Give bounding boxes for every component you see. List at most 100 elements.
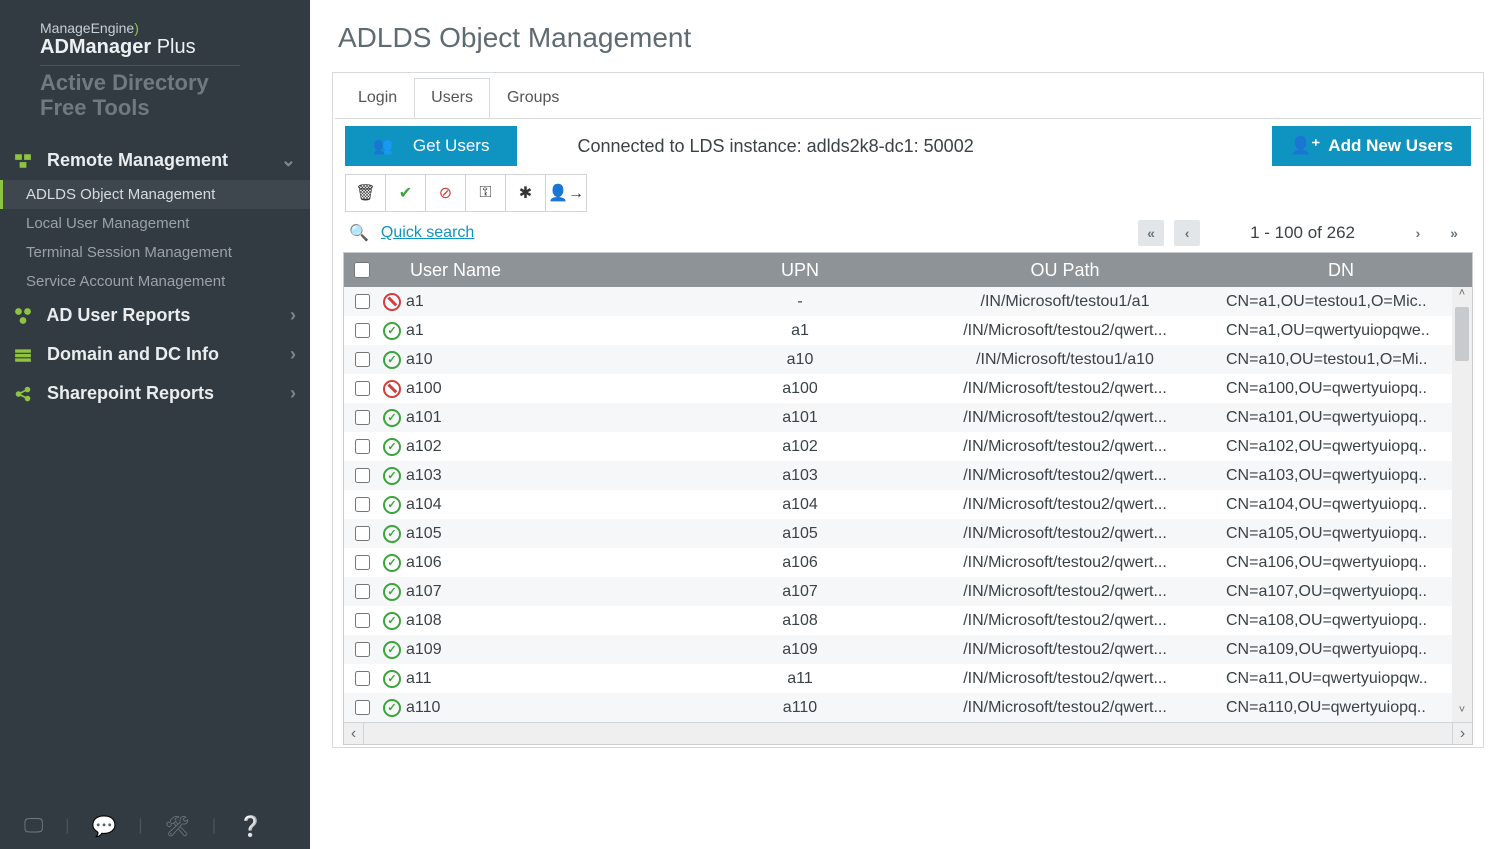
- col-dn[interactable]: DN: [1210, 260, 1472, 281]
- row-checkbox[interactable]: [355, 497, 370, 512]
- row-status-cell: ✓: [380, 525, 404, 543]
- row-checkbox[interactable]: [355, 439, 370, 454]
- page-last-button[interactable]: »: [1441, 220, 1467, 246]
- row-status-cell: [380, 293, 404, 311]
- row-checkbox[interactable]: [355, 671, 370, 686]
- scroll-down-icon[interactable]: ˅: [1459, 704, 1465, 722]
- cell-dn: CN=a108,OU=qwertyuiopq..: [1210, 612, 1472, 630]
- page-first-button[interactable]: «: [1138, 220, 1164, 246]
- horizontal-scrollbar[interactable]: ‹ ›: [344, 722, 1472, 744]
- row-checkbox[interactable]: [355, 642, 370, 657]
- settings-button[interactable]: ✱: [506, 175, 546, 211]
- cell-username: a109: [404, 641, 680, 659]
- row-checkbox[interactable]: [355, 410, 370, 425]
- cell-upn: a104: [680, 496, 920, 514]
- cell-username: a108: [404, 612, 680, 630]
- table-row[interactable]: ✓a106a106/IN/Microsoft/testou2/qwert...C…: [344, 548, 1472, 577]
- brand-divider: [40, 65, 240, 66]
- disable-button[interactable]: ⊘: [426, 175, 466, 211]
- page-next-button[interactable]: ›: [1405, 220, 1431, 246]
- col-username[interactable]: User Name: [380, 260, 680, 281]
- row-status-cell: ✓: [380, 496, 404, 514]
- get-users-button[interactable]: 👥 Get Users: [345, 126, 517, 166]
- cell-ou: /IN/Microsoft/testou2/qwert...: [920, 583, 1210, 601]
- cell-ou: /IN/Microsoft/testou2/qwert...: [920, 641, 1210, 659]
- row-status-cell: ✓: [380, 699, 404, 717]
- table-row[interactable]: ✓a110a110/IN/Microsoft/testou2/qwert...C…: [344, 693, 1472, 722]
- move-user-button[interactable]: 👤→: [546, 175, 586, 211]
- cell-upn: a10: [680, 351, 920, 369]
- row-checkbox-cell: [344, 323, 380, 338]
- nav-item-service-account-management[interactable]: Service Account Management: [0, 267, 310, 296]
- table-row[interactable]: ✓a109a109/IN/Microsoft/testou2/qwert...C…: [344, 635, 1472, 664]
- row-checkbox[interactable]: [355, 294, 370, 309]
- key-icon: ⚿: [479, 184, 491, 202]
- table-row[interactable]: ✓a105a105/IN/Microsoft/testou2/qwert...C…: [344, 519, 1472, 548]
- col-upn[interactable]: UPN: [680, 260, 920, 281]
- quick-search-link[interactable]: Quick search: [381, 224, 474, 242]
- delete-button[interactable]: 🗑: [346, 175, 386, 211]
- chat-icon[interactable]: 💬: [91, 814, 116, 839]
- disabled-icon: [383, 380, 401, 398]
- nav-item-terminal-session-management[interactable]: Terminal Session Management: [0, 238, 310, 267]
- enabled-icon: ✓: [383, 612, 401, 630]
- scroll-left-icon[interactable]: ‹: [344, 723, 364, 744]
- row-checkbox[interactable]: [355, 700, 370, 715]
- row-checkbox[interactable]: [355, 584, 370, 599]
- row-checkbox[interactable]: [355, 526, 370, 541]
- add-new-users-button[interactable]: 👤⁺ Add New Users: [1272, 126, 1471, 166]
- scroll-thumb[interactable]: [1455, 307, 1469, 361]
- page-prev-button[interactable]: ‹: [1174, 220, 1200, 246]
- row-checkbox[interactable]: [355, 323, 370, 338]
- nav-group-sharepoint-reports[interactable]: Sharepoint Reports ›: [0, 374, 310, 413]
- nav-item-local-user-management[interactable]: Local User Management: [0, 209, 310, 238]
- row-status-cell: [380, 380, 404, 398]
- remote-icon: [14, 152, 32, 170]
- table-row[interactable]: ✓a1a1/IN/Microsoft/testou2/qwert...CN=a1…: [344, 316, 1472, 345]
- table-row[interactable]: ✓a10a10/IN/Microsoft/testou1/a10CN=a10,O…: [344, 345, 1472, 374]
- table-row[interactable]: ✓a102a102/IN/Microsoft/testou2/qwert...C…: [344, 432, 1472, 461]
- nav-group-ad-user-reports[interactable]: AD User Reports ›: [0, 296, 310, 335]
- table-row[interactable]: a1-/IN/Microsoft/testou1/a1CN=a1,OU=test…: [344, 287, 1472, 316]
- nav-item-adlds-object-management[interactable]: ADLDS Object Management: [0, 180, 310, 209]
- row-status-cell: ✓: [380, 583, 404, 601]
- row-checkbox[interactable]: [355, 468, 370, 483]
- row-checkbox[interactable]: [355, 613, 370, 628]
- tab-login[interactable]: Login: [341, 78, 414, 118]
- enable-button[interactable]: ✔: [386, 175, 426, 211]
- tab-users[interactable]: Users: [414, 78, 490, 118]
- tab-groups[interactable]: Groups: [490, 78, 576, 118]
- brand-top: ManageEngine): [40, 20, 290, 36]
- row-checkbox[interactable]: [355, 555, 370, 570]
- row-checkbox[interactable]: [355, 352, 370, 367]
- table-row[interactable]: ✓a11a11/IN/Microsoft/testou2/qwert...CN=…: [344, 664, 1472, 693]
- tools-icon[interactable]: 🛠: [165, 814, 190, 839]
- nav-group-remote-management[interactable]: Remote Management ⌄: [0, 141, 310, 180]
- vertical-scrollbar[interactable]: ˄ ˅: [1452, 287, 1472, 722]
- table-row[interactable]: ✓a107a107/IN/Microsoft/testou2/qwert...C…: [344, 577, 1472, 606]
- nav-group-domain-dc-info[interactable]: Domain and DC Info ›: [0, 335, 310, 374]
- page-title: ADLDS Object Management: [310, 0, 1506, 72]
- cell-username: a107: [404, 583, 680, 601]
- cell-dn: CN=a109,OU=qwertyuiopq..: [1210, 641, 1472, 659]
- reports-icon: [14, 307, 32, 325]
- table-row[interactable]: ✓a103a103/IN/Microsoft/testou2/qwert...C…: [344, 461, 1472, 490]
- scroll-up-icon[interactable]: ˄: [1459, 287, 1465, 305]
- help-icon[interactable]: ❔: [238, 814, 263, 839]
- cell-username: a102: [404, 438, 680, 456]
- select-all-checkbox[interactable]: [354, 262, 370, 278]
- scroll-right-icon[interactable]: ›: [1452, 723, 1472, 744]
- cell-dn: CN=a102,OU=qwertyuiopq..: [1210, 438, 1472, 456]
- table-row[interactable]: ✓a104a104/IN/Microsoft/testou2/qwert...C…: [344, 490, 1472, 519]
- row-status-cell: ✓: [380, 322, 404, 340]
- table-row[interactable]: ✓a108a108/IN/Microsoft/testou2/qwert...C…: [344, 606, 1472, 635]
- monitor-icon[interactable]: 🖵: [24, 815, 43, 838]
- enabled-icon: ✓: [383, 670, 401, 688]
- table-row[interactable]: ✓a101a101/IN/Microsoft/testou2/qwert...C…: [344, 403, 1472, 432]
- row-checkbox[interactable]: [355, 381, 370, 396]
- nav-group-label: AD User Reports: [46, 305, 190, 325]
- reset-password-button[interactable]: ⚿: [466, 175, 506, 211]
- col-ou[interactable]: OU Path: [920, 260, 1210, 281]
- table-row[interactable]: a100a100/IN/Microsoft/testou2/qwert...CN…: [344, 374, 1472, 403]
- search-icon[interactable]: 🔍: [349, 223, 369, 243]
